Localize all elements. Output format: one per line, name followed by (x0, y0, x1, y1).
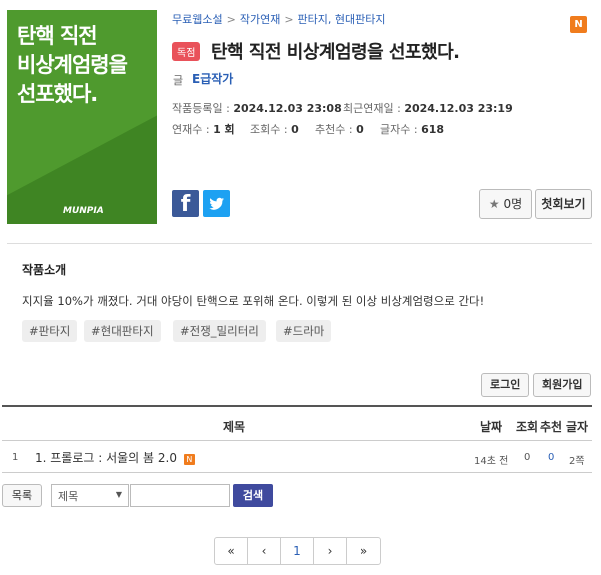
row-divider (2, 472, 592, 473)
new-badge: N (183, 454, 195, 465)
divider (7, 243, 592, 244)
prev-page-button[interactable]: ‹ (248, 538, 281, 564)
search-type-select[interactable]: 제목 ▼ (51, 484, 129, 507)
last-page-button[interactable]: » (347, 538, 380, 564)
tag-modern-fantasy[interactable]: #현대판타지 (84, 320, 161, 342)
episode-title-link[interactable]: 1. 프롤로그 : 서울의 봄 2.0 N (35, 449, 195, 466)
row-number: 1 (12, 452, 19, 463)
breadcrumb: 무료웹소설 > 작가연재 > 판타지, 현대판타지 (172, 13, 386, 26)
row-divider (2, 440, 592, 441)
tag-war-military[interactable]: #전쟁_밀리터리 (173, 320, 266, 342)
recommend-button[interactable]: ★ 0명 (479, 189, 532, 219)
col-chars: 글자 (566, 420, 589, 434)
signup-button[interactable]: 회원가입 (533, 373, 592, 397)
exclusive-badge: 독점 (172, 42, 201, 61)
table-header-line (2, 405, 592, 407)
new-badge: N (570, 16, 587, 33)
episode-count: 연재수 : 1 회 (172, 123, 235, 136)
row-recommends: 0 (548, 452, 555, 463)
facebook-share-icon[interactable]: f (172, 190, 199, 217)
registered-date: 작품등록일 : 2024.12.03 23:08 (172, 102, 342, 115)
intro-heading: 작품소개 (22, 263, 67, 277)
pagination: « ‹ 1 › » (214, 537, 381, 565)
star-icon: ★ (488, 197, 500, 211)
col-date: 날짜 (480, 420, 503, 434)
breadcrumb-item[interactable]: 무료웹소설 (172, 13, 223, 26)
caret-down-icon: ▼ (115, 490, 122, 499)
row-chars: 2쪽 (569, 456, 585, 467)
view-count: 조회수 : 0 (250, 123, 299, 136)
char-count: 글자수 : 618 (380, 123, 445, 136)
search-button[interactable]: 검색 (233, 484, 273, 507)
breadcrumb-item[interactable]: 판타지, 현대판타지 (298, 13, 386, 26)
first-page-button[interactable]: « (215, 538, 248, 564)
col-views: 조회 (516, 420, 539, 434)
latest-date: 최근연재일 : 2024.12.03 23:19 (343, 102, 513, 115)
author-link[interactable]: E급작가 (192, 70, 233, 87)
recommend-count: 추천수 : 0 (315, 123, 364, 136)
twitter-share-icon[interactable] (203, 190, 230, 217)
first-episode-button[interactable]: 첫회보기 (535, 189, 592, 219)
row-views: 0 (524, 452, 531, 463)
login-button[interactable]: 로그인 (481, 373, 530, 397)
author-label: 글 (173, 74, 184, 87)
page-title: 탄핵 직전 비상계엄령을 선포했다. (211, 42, 460, 63)
twitter-bird-icon (209, 197, 224, 210)
cover-stripe (7, 95, 157, 224)
cover-title: 탄핵 직전 비상계엄령을 선포했다. (17, 24, 128, 106)
search-input[interactable] (130, 484, 230, 507)
page-1-button[interactable]: 1 (281, 538, 314, 564)
col-title: 제목 (223, 420, 246, 434)
tag-drama[interactable]: #드라마 (276, 320, 332, 342)
book-cover: 탄핵 직전 비상계엄령을 선포했다. MUNPIA (7, 10, 157, 224)
row-date: 14초 전 (474, 456, 509, 467)
cover-logo: MUNPIA (63, 206, 104, 216)
tag-fantasy[interactable]: #판타지 (22, 320, 78, 342)
intro-text: 지지율 10%가 깨졌다. 거대 야당이 탄핵으로 포위해 온다. 이렇게 된 … (22, 294, 485, 308)
breadcrumb-item[interactable]: 작가연재 (240, 13, 280, 26)
next-page-button[interactable]: › (314, 538, 347, 564)
col-recommends: 추천 (540, 420, 563, 434)
list-button[interactable]: 목록 (2, 484, 42, 507)
